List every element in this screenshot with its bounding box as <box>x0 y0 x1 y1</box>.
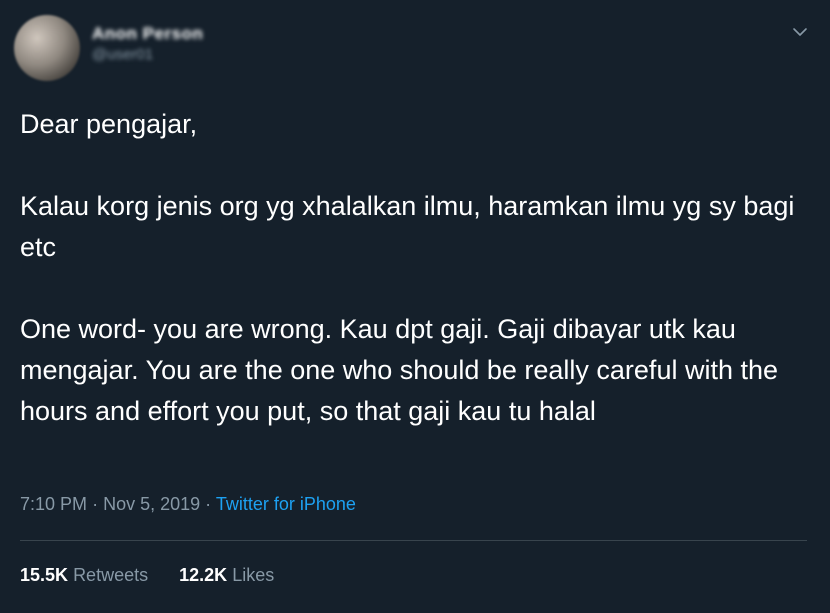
retweets-label: Retweets <box>73 565 149 585</box>
likes-count: 12.2K <box>179 565 228 585</box>
tweet-paragraph: Kalau korg jenis org yg xhalalkan ilmu, … <box>20 191 795 262</box>
avatar[interactable] <box>14 15 80 81</box>
likes-stat[interactable]: 12.2K Likes <box>179 565 274 585</box>
tweet-paragraph: One word- you are wrong. Kau dpt gaji. G… <box>20 314 779 426</box>
tweet-date[interactable]: Nov 5, 2019 <box>103 494 200 514</box>
retweets-stat[interactable]: 15.5K Retweets <box>20 565 153 585</box>
divider <box>20 540 807 541</box>
meta-separator: · <box>92 494 99 514</box>
display-name[interactable]: Anon Person <box>92 24 203 44</box>
likes-label: Likes <box>232 565 275 585</box>
author-block: Anon Person @user01 <box>92 24 203 64</box>
tweet-time[interactable]: 7:10 PM <box>20 494 87 514</box>
user-handle[interactable]: @user01 <box>92 46 203 64</box>
tweet-source-link[interactable]: Twitter for iPhone <box>216 494 356 514</box>
meta-separator: · <box>205 494 212 514</box>
chevron-down-icon[interactable] <box>792 24 808 40</box>
tweet-text: Dear pengajar, Kalau korg jenis org yg x… <box>20 104 810 432</box>
tweet-paragraph: Dear pengajar, <box>20 109 198 139</box>
chevron-down-icon-glyph <box>793 28 807 36</box>
tweet-card: Anon Person @user01 Dear pengajar, Kalau… <box>0 0 830 613</box>
tweet-metadata: 7:10 PM · Nov 5, 2019 · Twitter for iPho… <box>20 494 356 515</box>
retweets-count: 15.5K <box>20 565 69 585</box>
engagement-stats: 15.5K Retweets 12.2K Likes <box>20 565 274 586</box>
